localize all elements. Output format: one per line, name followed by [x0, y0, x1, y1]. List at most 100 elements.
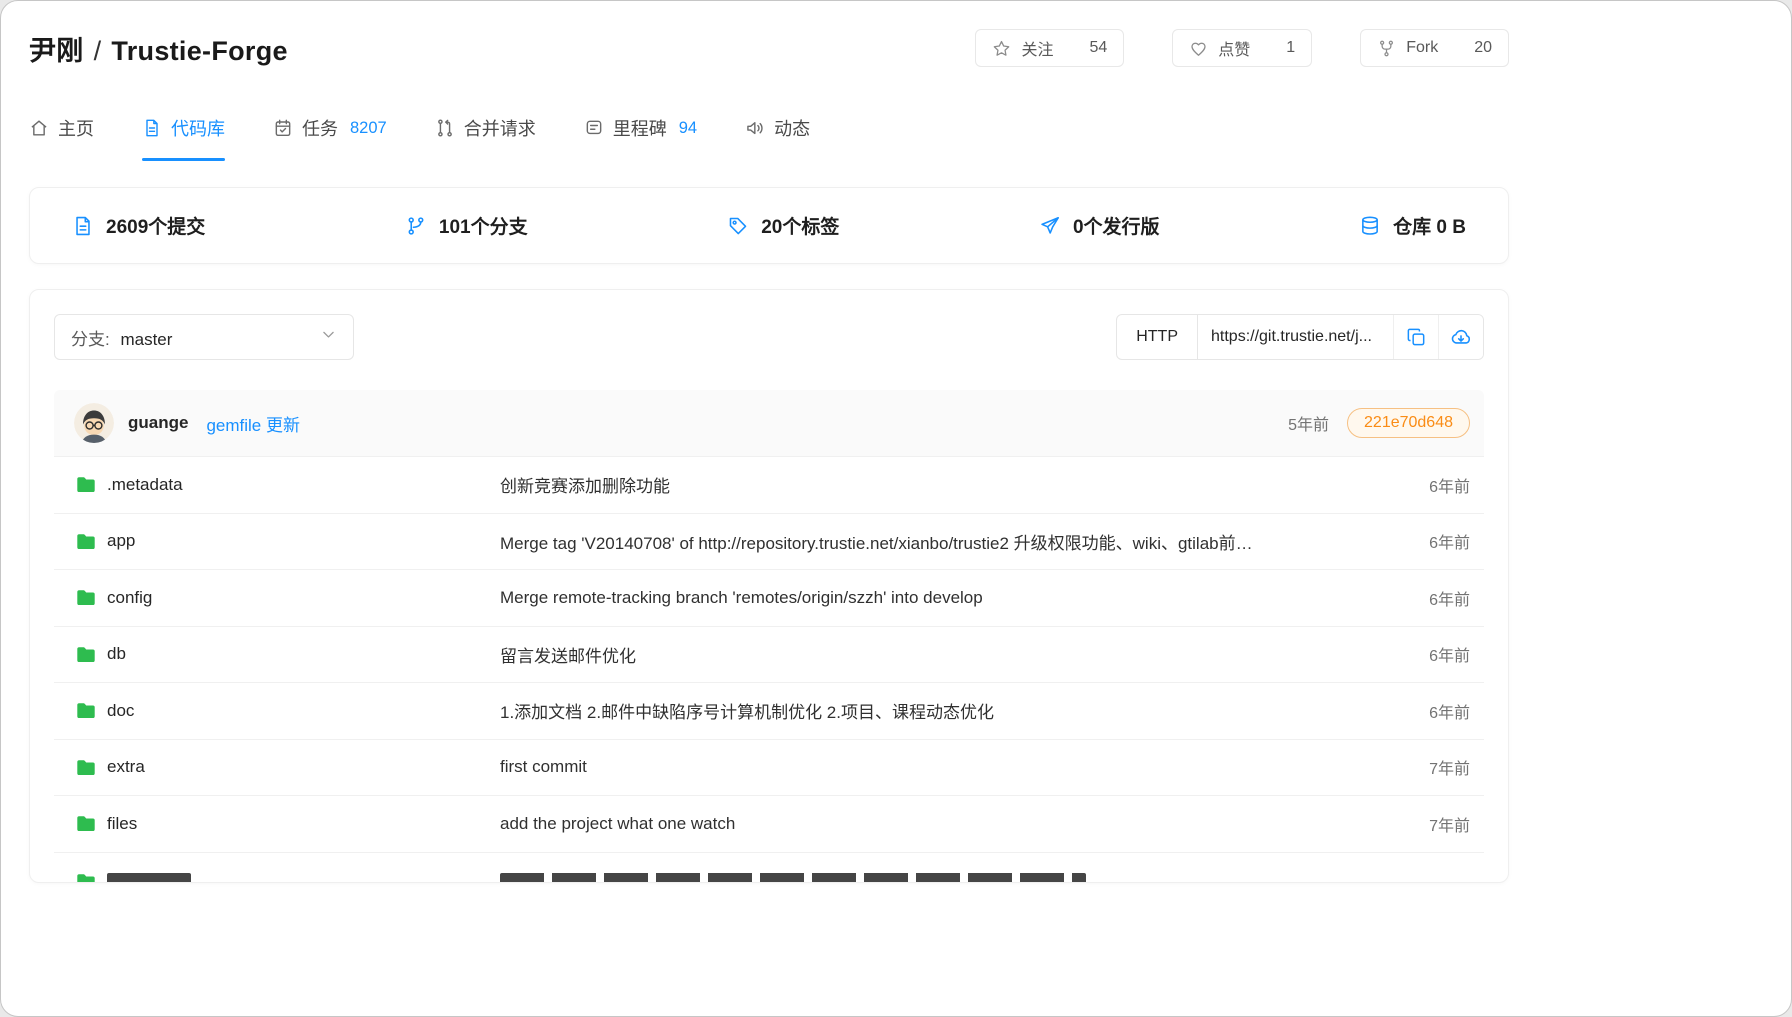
- file-name-cell[interactable]: db: [76, 644, 500, 664]
- chevron-down-icon: [320, 326, 337, 348]
- file-name-cell[interactable]: config: [76, 588, 500, 608]
- repo-tabs: 主页 代码库 任务 8207 合并请求: [29, 95, 1509, 161]
- cloud-download-icon: [1450, 326, 1472, 348]
- stat-branches[interactable]: 101个分支: [405, 212, 528, 239]
- file-name-cell[interactable]: files: [76, 814, 500, 834]
- release-icon: [1039, 215, 1061, 237]
- clipped-name-cell: [76, 873, 500, 884]
- clipped-commit-message: [500, 873, 1086, 884]
- file-name[interactable]: db: [107, 644, 126, 664]
- protocol-select[interactable]: HTTP: [1117, 315, 1198, 359]
- watch-label: 关注: [1021, 36, 1053, 60]
- fork-icon: [1377, 39, 1396, 58]
- file-commit-message[interactable]: Merge tag 'V20140708' of http://reposito…: [500, 529, 1429, 554]
- tab-code[interactable]: 代码库: [142, 95, 225, 161]
- download-button[interactable]: [1438, 315, 1483, 359]
- copy-icon: [1406, 327, 1427, 348]
- commit-author[interactable]: guange: [128, 413, 188, 433]
- tab-pulls[interactable]: 合并请求: [435, 95, 536, 161]
- file-name-cell[interactable]: extra: [76, 757, 500, 777]
- folder-icon: [76, 815, 96, 832]
- file-commit-time: 6年前: [1429, 473, 1470, 497]
- stat-commits-label: 2609个提交: [106, 212, 205, 239]
- file-commit-message[interactable]: 留言发送邮件优化: [500, 642, 1429, 667]
- copy-button[interactable]: [1393, 315, 1438, 359]
- tab-activity[interactable]: 动态: [745, 95, 810, 161]
- tasks-icon: [273, 118, 293, 138]
- file-commit-message[interactable]: first commit: [500, 757, 1429, 777]
- file-name-cell[interactable]: .metadata: [76, 475, 500, 495]
- browser-toolbar: 分支: master HTTP https://git.trustie.net/…: [54, 314, 1484, 360]
- file-row[interactable]: doc 1.添加文档 2.邮件中缺陷序号计算机制优化 2.项目、课程动态优化 6…: [54, 682, 1484, 739]
- folder-icon: [76, 702, 96, 719]
- file-name[interactable]: config: [107, 588, 152, 608]
- file-commit-time: 7年前: [1429, 812, 1470, 836]
- praise-button[interactable]: 点赞 1: [1172, 29, 1312, 67]
- home-icon: [29, 118, 49, 138]
- file-name[interactable]: files: [107, 814, 137, 834]
- page-title: 尹刚/Trustie-Forge: [29, 29, 288, 68]
- repo-icon: [142, 118, 162, 138]
- branch-value: master: [120, 330, 172, 349]
- file-row[interactable]: .metadata 创新竞赛添加删除功能 6年前: [54, 456, 1484, 513]
- folder-icon: [76, 533, 96, 550]
- tab-pulls-label: 合并请求: [464, 115, 536, 141]
- file-commit-message[interactable]: add the project what one watch: [500, 814, 1429, 834]
- file-list: .metadata 创新竞赛添加删除功能 6年前 app Merg: [54, 456, 1484, 852]
- file-row[interactable]: files add the project what one watch 7年前: [54, 795, 1484, 852]
- heart-icon: [1189, 39, 1208, 58]
- file-commit-time: 7年前: [1429, 755, 1470, 779]
- commit-message-link[interactable]: gemfile 更新: [206, 411, 300, 436]
- repo-name-link[interactable]: Trustie-Forge: [111, 36, 287, 66]
- repo-actions: 关注 54 点赞 1 Fork 20: [975, 29, 1509, 67]
- merge-request-icon: [435, 118, 455, 138]
- tab-tasks-label: 任务: [302, 115, 338, 141]
- avatar[interactable]: [74, 403, 114, 443]
- branch-icon: [405, 215, 427, 237]
- file-commit-time: 6年前: [1429, 642, 1470, 666]
- stat-repo-size[interactable]: 仓库 0 B: [1359, 212, 1466, 239]
- tab-activity-label: 动态: [774, 115, 810, 141]
- commit-icon: [72, 215, 94, 237]
- tab-milestones-label: 里程碑: [613, 115, 667, 141]
- file-commit-message[interactable]: Merge remote-tracking branch 'remotes/or…: [500, 588, 1429, 608]
- stat-commits[interactable]: 2609个提交: [72, 212, 205, 239]
- file-commit-message[interactable]: 创新竞赛添加删除功能: [500, 472, 1429, 497]
- file-commit-message[interactable]: 1.添加文档 2.邮件中缺陷序号计算机制优化 2.项目、课程动态优化: [500, 698, 1429, 723]
- tab-tasks[interactable]: 任务 8207: [273, 95, 387, 161]
- stat-tags[interactable]: 20个标签: [727, 212, 839, 239]
- file-row[interactable]: extra first commit 7年前: [54, 739, 1484, 796]
- repo-owner-link[interactable]: 尹刚: [29, 36, 84, 66]
- commit-time: 5年前: [1288, 411, 1329, 435]
- file-commit-time: 6年前: [1429, 586, 1470, 610]
- praise-label: 点赞: [1218, 36, 1250, 60]
- file-row[interactable]: app Merge tag 'V20140708' of http://repo…: [54, 513, 1484, 570]
- database-icon: [1359, 215, 1381, 237]
- clone-url-input[interactable]: https://git.trustie.net/j...: [1198, 315, 1393, 359]
- folder-icon: [76, 589, 96, 606]
- watch-count: 54: [1089, 39, 1107, 57]
- file-row[interactable]: config Merge remote-tracking branch 'rem…: [54, 569, 1484, 626]
- file-browser-card: 分支: master HTTP https://git.trustie.net/…: [29, 289, 1509, 883]
- branch-selector[interactable]: 分支: master: [54, 314, 354, 360]
- file-name-cell[interactable]: doc: [76, 701, 500, 721]
- commit-hash-badge[interactable]: 221e70d648: [1347, 408, 1470, 438]
- file-row[interactable]: db 留言发送邮件优化 6年前: [54, 626, 1484, 683]
- tab-milestones-count: 94: [679, 119, 697, 138]
- file-name[interactable]: app: [107, 531, 135, 551]
- file-name[interactable]: .metadata: [107, 475, 183, 495]
- fork-button[interactable]: Fork 20: [1360, 29, 1509, 67]
- file-name-cell[interactable]: app: [76, 531, 500, 551]
- file-name[interactable]: extra: [107, 757, 145, 777]
- clipped-file-name: [107, 873, 191, 884]
- stat-releases[interactable]: 0个发行版: [1039, 212, 1160, 239]
- clone-url-group: HTTP https://git.trustie.net/j...: [1116, 314, 1484, 360]
- tab-home[interactable]: 主页: [29, 95, 94, 161]
- file-name[interactable]: doc: [107, 701, 134, 721]
- tab-milestones[interactable]: 里程碑 94: [584, 95, 697, 161]
- watch-button[interactable]: 关注 54: [975, 29, 1124, 67]
- repo-stats-bar: 2609个提交 101个分支 20个标签 0个发行版: [29, 187, 1509, 264]
- folder-icon: [76, 873, 96, 884]
- branch-label: 分支:: [71, 330, 110, 349]
- fork-label: Fork: [1406, 39, 1438, 57]
